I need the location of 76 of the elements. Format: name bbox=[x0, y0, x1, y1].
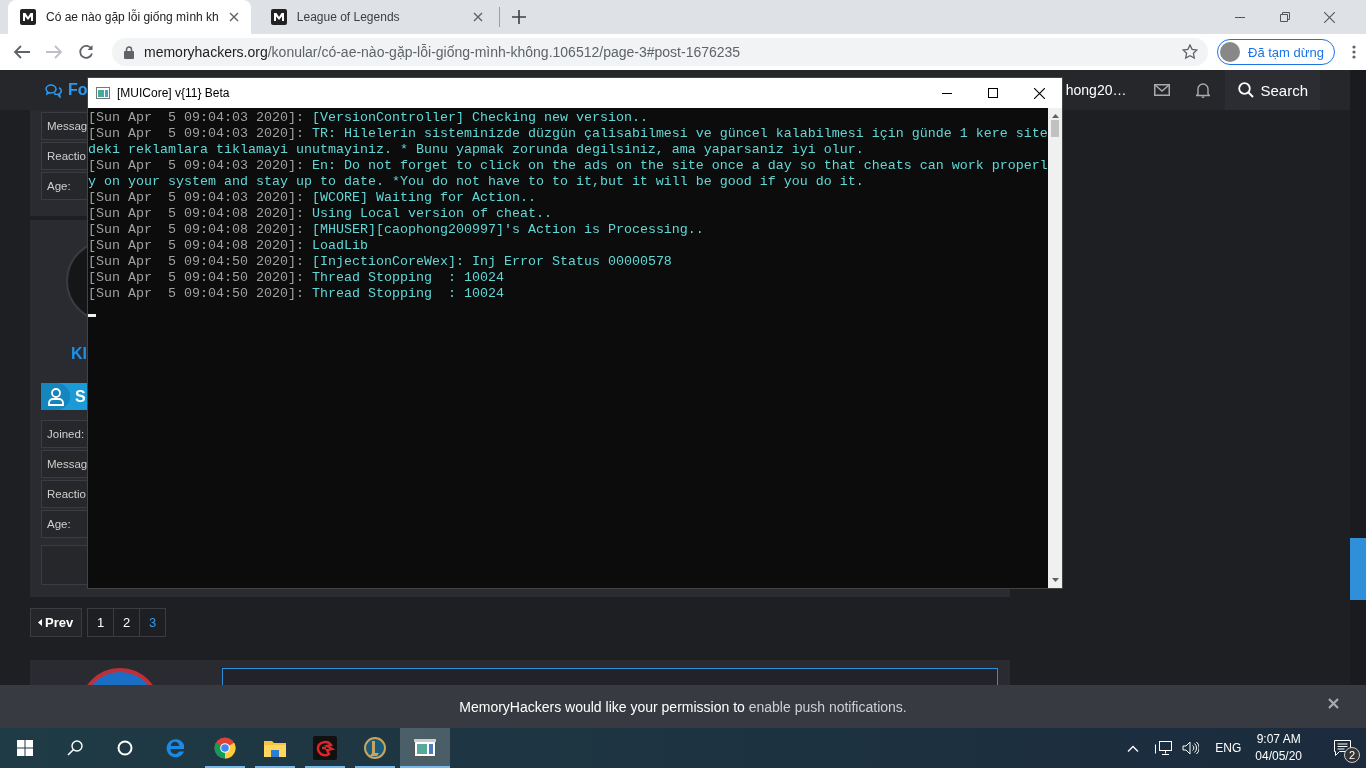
profile-stat-field: Age: bbox=[41, 172, 88, 200]
address-bar[interactable]: memoryhackers.org/konular/có-ae-nào-gặp-lỗi-giống-mình-không.106512/page-3#post-1676235 bbox=[112, 38, 1208, 66]
username-link[interactable]: KI bbox=[71, 345, 87, 365]
network-icon[interactable] bbox=[1155, 740, 1173, 756]
close-icon[interactable] bbox=[228, 12, 239, 22]
profile-panel bbox=[41, 545, 88, 585]
console-window-icon bbox=[96, 87, 110, 99]
forums-link[interactable]: Fo bbox=[45, 81, 88, 99]
minimize-icon[interactable] bbox=[942, 92, 952, 94]
profile-stat-field: Reactio bbox=[41, 142, 88, 170]
username-link[interactable]: hong20… bbox=[1065, 82, 1127, 98]
notification-icon[interactable] bbox=[1333, 740, 1351, 756]
volume-icon[interactable] bbox=[1182, 741, 1200, 755]
clock[interactable]: 9:07 AM 04/05/20 bbox=[1255, 731, 1302, 765]
maximize-icon[interactable] bbox=[988, 88, 998, 98]
lock-icon bbox=[124, 45, 134, 59]
browser-tab[interactable]: League of Legends bbox=[258, 0, 495, 34]
circle-icon[interactable] bbox=[117, 740, 133, 756]
site-logo-icon bbox=[270, 9, 287, 25]
game-logo-icon bbox=[364, 737, 386, 759]
avatar-circle bbox=[1220, 42, 1240, 62]
close-icon[interactable] bbox=[1033, 87, 1045, 99]
log-line: [Sun Apr 5 09:04:03 2020]: [VersionController] Checking new version.. bbox=[88, 110, 649, 126]
log-line: [Sun Apr 5 09:04:03 2020]: [WCORE] Waiting for Action.. bbox=[88, 190, 537, 206]
search-icon[interactable] bbox=[67, 740, 83, 756]
prev-page-button[interactable]: Prev bbox=[30, 608, 83, 637]
bell-icon[interactable] bbox=[1196, 82, 1211, 98]
page-link[interactable]: 3 bbox=[139, 609, 166, 636]
notification-count: 2 bbox=[1344, 747, 1360, 763]
scroll-up-icon[interactable] bbox=[1051, 114, 1059, 118]
reload-icon[interactable] bbox=[78, 44, 94, 60]
log-line: [Sun Apr 5 09:04:08 2020]: [MHUSER][caophong200997]'s Action is Processing.. bbox=[88, 222, 705, 238]
window-title: [MUICore] v{11} Beta bbox=[117, 86, 230, 100]
chat-icon bbox=[45, 82, 62, 98]
back-icon[interactable] bbox=[13, 44, 31, 60]
profile-stat-field: Joined: bbox=[41, 420, 88, 448]
browser-tab[interactable]: Có ae nào gặp lỗi giống mình kh bbox=[8, 0, 251, 34]
banner-text: S bbox=[75, 387, 86, 406]
search-button[interactable]: Search bbox=[1225, 70, 1320, 110]
windows-logo-icon[interactable] bbox=[17, 740, 33, 756]
scrollbar-thumb bbox=[1051, 120, 1059, 137]
log-line: [Sun Apr 5 09:04:03 2020]: TR: Hilelerin sisteminizde düzgün çalisabilmesi ve güncel kalabilmesi için günde 1 kere sitedeki reklamlara tiklamayi unutmayiniz. * Bunu yapmak zorunda degilsiniz, ama yaparsaniz iyi olur. bbox=[88, 126, 1048, 158]
edge-icon bbox=[164, 737, 186, 759]
log-line: [Sun Apr 5 09:04:08 2020]: Using Local version of cheat.. bbox=[88, 206, 553, 222]
menu-icon[interactable] bbox=[1351, 45, 1356, 59]
text-cursor bbox=[88, 314, 96, 317]
profile-stat-field: Messag bbox=[41, 450, 88, 478]
taskbar-app-button[interactable] bbox=[400, 728, 450, 768]
log-line: [Sun Apr 5 09:04:50 2020]: [InjectionCoreWex]: Inj Error Status 00000578 bbox=[88, 254, 673, 270]
folder-icon bbox=[264, 739, 286, 757]
page-link[interactable]: 1 bbox=[88, 609, 114, 636]
chevron-up-icon[interactable] bbox=[1127, 744, 1140, 752]
url-text: memoryhackers.org/konular/có-ae-nào-gặp-lỗi-giống-mình-không.106512/page-3#post-1676235 bbox=[144, 44, 742, 60]
console-window-icon bbox=[414, 739, 436, 757]
log-line: [Sun Apr 5 09:04:50 2020]: Thread Stopping : 10024 bbox=[88, 270, 505, 286]
caret-icon bbox=[38, 619, 42, 626]
user-icon bbox=[47, 387, 64, 406]
profile-stat-field: Age: bbox=[41, 510, 88, 538]
divider-icon bbox=[498, 7, 500, 27]
dragon-logo-icon bbox=[313, 736, 337, 760]
language-indicator[interactable]: ENG bbox=[1215, 741, 1242, 755]
chrome-icon bbox=[214, 737, 236, 759]
site-logo-icon bbox=[20, 9, 36, 25]
restore-icon[interactable] bbox=[1279, 12, 1290, 22]
page-link[interactable]: 2 bbox=[113, 609, 140, 636]
scroll-down-icon[interactable] bbox=[1051, 578, 1059, 582]
search-icon bbox=[1238, 82, 1255, 98]
profile-stat-field: Reactio bbox=[41, 480, 88, 508]
log-line: [Sun Apr 5 09:04:03 2020]: En: Do not forget to click on the ads on the site once a day so that cheats can work properly on your system and stay up to date. *You do not have to to it,but it will be good if you do it. bbox=[88, 158, 1048, 190]
notification-text: MemoryHackers would like your permission to enable push notifications. bbox=[459, 698, 907, 715]
star-icon[interactable] bbox=[1182, 44, 1198, 60]
mail-icon[interactable] bbox=[1154, 84, 1171, 96]
profile-stat-field: Messag bbox=[41, 112, 88, 140]
log-line: [Sun Apr 5 09:04:50 2020]: Thread Stopping : 10024 bbox=[88, 286, 505, 302]
log-line: [Sun Apr 5 09:04:08 2020]: LoadLib bbox=[88, 238, 369, 254]
new-tab-icon[interactable] bbox=[511, 10, 526, 24]
